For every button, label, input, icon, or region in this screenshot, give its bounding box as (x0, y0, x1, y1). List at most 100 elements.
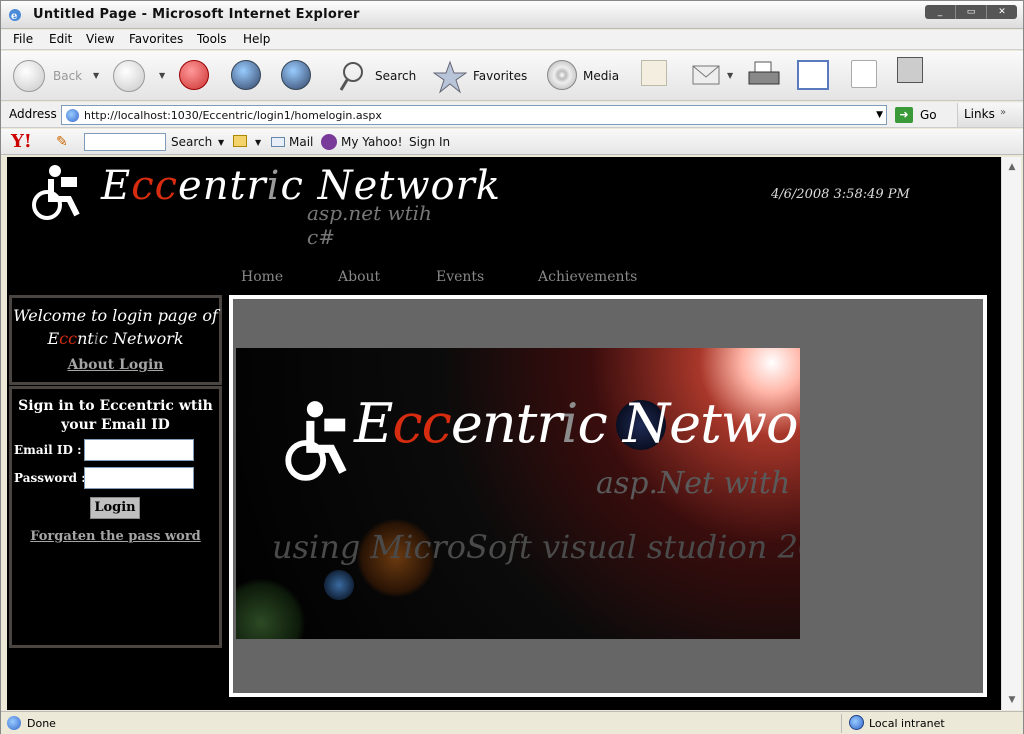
print-icon[interactable] (747, 60, 781, 90)
search-button-label[interactable]: Search (375, 69, 416, 83)
address-url[interactable]: http://localhost:1030/Eccentric/login1/h… (84, 109, 382, 122)
banner-title: Eccentric Network (354, 392, 800, 455)
back-arrow-icon[interactable] (13, 60, 45, 92)
links-label[interactable]: Links (964, 107, 995, 121)
my-yahoo-label[interactable]: My Yahoo! (341, 135, 402, 149)
address-label: Address (9, 107, 57, 121)
ie-icon: e (9, 9, 21, 22)
window-controls: _ ▭ ✕ (925, 5, 1017, 19)
page-viewport: Eccentric Network asp.net wtih c# 4/6/20… (7, 157, 1001, 710)
status-divider (841, 714, 842, 733)
calendar-icon[interactable] (641, 60, 667, 86)
forward-dropdown-icon[interactable]: ▼ (159, 71, 165, 80)
nav-achievements[interactable]: Achievements (538, 269, 637, 285)
edit-icon[interactable] (797, 60, 829, 90)
nav-events[interactable]: Events (436, 269, 484, 285)
menu-tools[interactable]: Tools (197, 32, 227, 46)
minimize-button[interactable]: _ (925, 5, 956, 19)
banner-subtitle: asp.Net with C# (596, 466, 800, 501)
menu-bar: File Edit View Favorites Tools Help (1, 30, 1023, 50)
email-input[interactable] (84, 439, 194, 461)
address-bar: Address http://localhost:1030/Eccentric/… (1, 102, 1023, 128)
signin-panel: Sign in to Eccentric wtih your Email ID … (9, 386, 222, 648)
go-label[interactable]: Go (920, 108, 937, 122)
stop-icon[interactable] (179, 60, 209, 90)
logo-subtitle: asp.net wtih c# (307, 201, 432, 249)
yahoo-toolbar: Y! ✎ Search ▼ ▼ Mail My Yahoo! Sign In (1, 129, 1023, 155)
search-icon[interactable] (339, 60, 371, 92)
close-button[interactable]: ✕ (987, 5, 1017, 19)
yahoo-mail-label[interactable]: Mail (289, 135, 313, 149)
links-button[interactable]: Links » (957, 103, 1023, 127)
password-input[interactable] (84, 467, 194, 489)
back-button-label[interactable]: Back (53, 69, 82, 83)
title-bar: e Untitled Page - Microsoft Internet Exp… (1, 1, 1023, 29)
mail-dropdown-icon[interactable]: ▼ (727, 71, 733, 80)
standard-toolbar: Back ▼ ▼ Search Favorites Media ▼ (1, 51, 1023, 101)
lens-flare (236, 578, 306, 639)
discuss-note-icon[interactable] (851, 60, 877, 88)
yahoo-logo[interactable]: Y! (11, 131, 32, 152)
site-logo[interactable]: Eccentric Network asp.net wtih c# (25, 161, 500, 249)
nav-home[interactable]: Home (241, 269, 283, 285)
status-bar: Done Local intranet (1, 711, 1023, 734)
menu-help[interactable]: Help (243, 32, 270, 46)
sign-in-label[interactable]: Sign In (409, 135, 450, 149)
browser-window: e Untitled Page - Microsoft Internet Exp… (0, 0, 1024, 734)
media-disc-icon[interactable] (547, 60, 577, 90)
research-icon[interactable] (897, 57, 923, 83)
yahoo-search-input[interactable] (84, 133, 166, 151)
bookmarks-dropdown-icon[interactable]: ▼ (255, 138, 261, 147)
login-button[interactable]: Login (90, 497, 140, 519)
yahoo-search-dropdown-icon[interactable]: ▼ (218, 138, 224, 147)
svg-text:e: e (11, 11, 17, 22)
page-icon (66, 109, 79, 122)
bookmarks-icon[interactable] (233, 135, 247, 147)
wheelchair-icon (32, 165, 80, 220)
window-title: Untitled Page - Microsoft Internet Explo… (33, 7, 360, 22)
signin-heading: Sign in to Eccentric wtih your Email ID (18, 398, 213, 433)
email-label: Email ID : (14, 443, 82, 457)
status-text: Done (27, 717, 56, 730)
menu-view[interactable]: View (86, 32, 114, 46)
welcome-panel: Welcome to login page of Eccntic Network … (9, 295, 222, 385)
banner-image: Eccentric Network asp.Net with C# using … (236, 348, 800, 639)
back-dropdown-icon[interactable]: ▼ (93, 71, 99, 80)
scroll-up-icon[interactable]: ▲ (1004, 159, 1020, 175)
favorites-button-label[interactable]: Favorites (473, 69, 527, 83)
content-frame: Eccentric Network asp.Net with C# using … (229, 295, 987, 697)
go-arrow-icon[interactable]: ➜ (895, 107, 913, 123)
chevron-right-icon[interactable]: » (1000, 107, 1006, 118)
address-input[interactable]: http://localhost:1030/Eccentric/login1/h… (61, 105, 887, 125)
vertical-scrollbar[interactable]: ▲ ▼ (1001, 157, 1021, 710)
forward-arrow-icon[interactable] (113, 60, 145, 92)
page-status-icon (7, 716, 21, 730)
my-yahoo-icon[interactable] (321, 134, 337, 150)
menu-favorites[interactable]: Favorites (129, 32, 183, 46)
maximize-button[interactable]: ▭ (956, 5, 987, 19)
banner-tagline: using MicroSoft visual studion 2005 (272, 528, 800, 566)
banner-wheelchair-icon (285, 401, 347, 481)
welcome-text: Welcome to login page of Eccntic Network (13, 306, 218, 348)
nav-about[interactable]: About (338, 269, 380, 285)
intranet-globe-icon (849, 715, 864, 730)
menu-edit[interactable]: Edit (49, 32, 72, 46)
yahoo-search-button[interactable]: Search (171, 135, 212, 149)
about-login-link[interactable]: About Login (12, 357, 219, 373)
address-dropdown-icon[interactable]: ▼ (876, 110, 883, 120)
pencil-icon[interactable]: ✎ (56, 134, 68, 150)
favorites-star-icon[interactable] (433, 60, 467, 94)
go-button[interactable]: ➜ Go (895, 106, 955, 124)
menu-file[interactable]: File (13, 32, 33, 46)
current-datetime: 4/6/2008 3:58:49 PM (771, 187, 910, 202)
forgot-password-link[interactable]: Forgaten the pass word (12, 529, 219, 544)
yahoo-mail-icon[interactable] (271, 137, 285, 147)
password-label: Password : (14, 471, 86, 485)
scroll-down-icon[interactable]: ▼ (1004, 692, 1020, 708)
media-button-label[interactable]: Media (583, 69, 619, 83)
lens-flare (324, 570, 354, 600)
home-icon[interactable] (281, 60, 311, 90)
refresh-icon[interactable] (231, 60, 261, 90)
mail-icon[interactable] (691, 60, 725, 90)
security-zone: Local intranet (869, 717, 945, 730)
